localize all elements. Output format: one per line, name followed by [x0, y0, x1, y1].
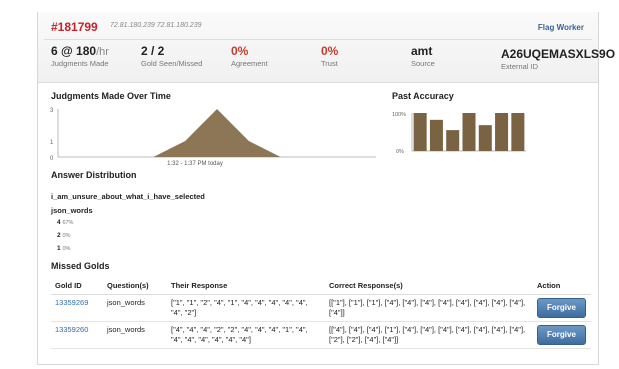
answer-row: 4 67%	[57, 219, 73, 226]
answer-distribution-title: Answer Distribution	[51, 170, 137, 180]
stat-judgments-unit: /hr	[96, 46, 109, 58]
stat-gold-value: 2 / 2	[141, 44, 165, 58]
stat-agreement-value: 0%	[231, 44, 249, 58]
y-tick-label: 0	[50, 156, 54, 162]
correct-response-cell: [["1"], ["1"], ["1"], ["4"], ["4"], ["4"…	[325, 294, 533, 322]
question-cell: json_words	[103, 321, 167, 349]
worker-id: #181799	[51, 20, 98, 34]
stat-external-id-label: External ID	[501, 62, 539, 71]
answer-row: 2 0%	[57, 232, 70, 239]
col-correct-response: Correct Response(s)	[325, 277, 533, 295]
accuracy-bar	[478, 125, 492, 151]
y-tick-label: 1	[50, 140, 54, 146]
stat-source-label: Source	[411, 59, 435, 68]
answer-value: 2	[57, 232, 61, 239]
action-cell: Forgive	[533, 294, 591, 322]
accuracy-chart-title: Past Accuracy	[392, 91, 454, 101]
col-action: Action	[533, 277, 591, 295]
answer-question-json-words: json_words	[51, 206, 93, 215]
correct-response-cell: [["4"], ["4"], ["4"], ["1"], ["4"], ["4"…	[325, 321, 533, 349]
their-response-cell: ["4", "4", "4", "2", "2", "4", "4", "4",…	[167, 321, 325, 349]
stat-source: amt Source	[411, 44, 435, 68]
worker-ips: 72.81.180.239 72.81.180.239	[110, 22, 202, 29]
action-cell: Forgive	[533, 321, 591, 349]
col-their-response: Their Response	[167, 277, 325, 295]
accuracy-bar	[413, 113, 427, 151]
table-row: 13359260 json_words ["4", "4", "4", "2",…	[51, 321, 591, 349]
stat-external-id: A26UQEMASXLS9O External ID	[501, 47, 615, 71]
flag-worker-link[interactable]: Flag Worker	[538, 23, 584, 32]
stat-judgments: 6 @ 180/hr Judgments Made	[51, 44, 109, 68]
stat-gold: 2 / 2 Gold Seen/Missed	[141, 44, 202, 68]
stat-trust-label: Trust	[321, 59, 338, 68]
stat-trust: 0% Trust	[321, 44, 338, 68]
stat-trust-value: 0%	[321, 44, 339, 58]
worker-header: #181799 72.81.180.239 72.81.180.239 Flag…	[38, 12, 615, 83]
gold-id-link[interactable]: 13359269	[51, 294, 103, 322]
their-response-cell: ["1", "1", "2", "4", "1", "4", "4", "4",…	[167, 294, 325, 322]
answer-value: 4	[57, 219, 61, 226]
accuracy-bar	[495, 113, 509, 151]
x-axis-label: 1:32 - 1:37 PM today	[167, 161, 223, 167]
stat-judgments-label: Judgments Made	[51, 59, 109, 68]
stat-external-id-value: A26UQEMASXLS9O	[501, 47, 616, 61]
answer-value: 1	[57, 245, 61, 252]
series-area	[58, 109, 376, 157]
accuracy-bar	[429, 119, 443, 151]
stat-agreement-label: Agreement	[231, 59, 268, 68]
answer-question-unsure: i_am_unsure_about_what_i_have_selected	[51, 192, 205, 201]
worker-panel: #181799 72.81.180.239 72.81.180.239 Flag…	[37, 12, 615, 365]
accuracy-bar	[462, 113, 476, 151]
judgments-chart-title: Judgments Made Over Time	[51, 91, 171, 101]
y-tick-label: 0%	[396, 149, 404, 155]
missed-golds-table: Gold ID Question(s) Their Response Corre…	[51, 277, 591, 349]
gold-id-link[interactable]: 13359260	[51, 321, 103, 349]
judgments-chart: 3 1 0 1:32 - 1:37 PM today	[50, 108, 376, 167]
stat-agreement: 0% Agreement	[231, 44, 268, 68]
answer-pct: 67%	[62, 220, 74, 226]
accuracy-chart: 100% 0%	[392, 112, 526, 155]
stat-judgments-value: 6 @ 180	[51, 44, 97, 58]
table-row: 13359269 json_words ["1", "1", "2", "4",…	[51, 294, 591, 322]
header-divider	[44, 39, 592, 40]
y-tick-label: 100%	[392, 112, 406, 118]
stat-source-value: amt	[411, 44, 433, 58]
table-header-row: Gold ID Question(s) Their Response Corre…	[51, 277, 591, 295]
answer-row: 1 0%	[57, 245, 70, 252]
answer-pct: 0%	[62, 233, 71, 239]
stat-gold-label: Gold Seen/Missed	[141, 59, 203, 68]
accuracy-bar	[511, 113, 525, 151]
question-cell: json_words	[103, 294, 167, 322]
missed-golds-title: Missed Golds	[51, 261, 110, 271]
col-questions: Question(s)	[103, 277, 167, 295]
forgive-button[interactable]: Forgive	[537, 325, 586, 345]
y-tick-label: 3	[50, 108, 54, 114]
forgive-button[interactable]: Forgive	[537, 298, 586, 318]
answer-pct: 0%	[62, 246, 71, 252]
col-gold-id: Gold ID	[51, 277, 103, 295]
accuracy-bar	[446, 130, 460, 151]
